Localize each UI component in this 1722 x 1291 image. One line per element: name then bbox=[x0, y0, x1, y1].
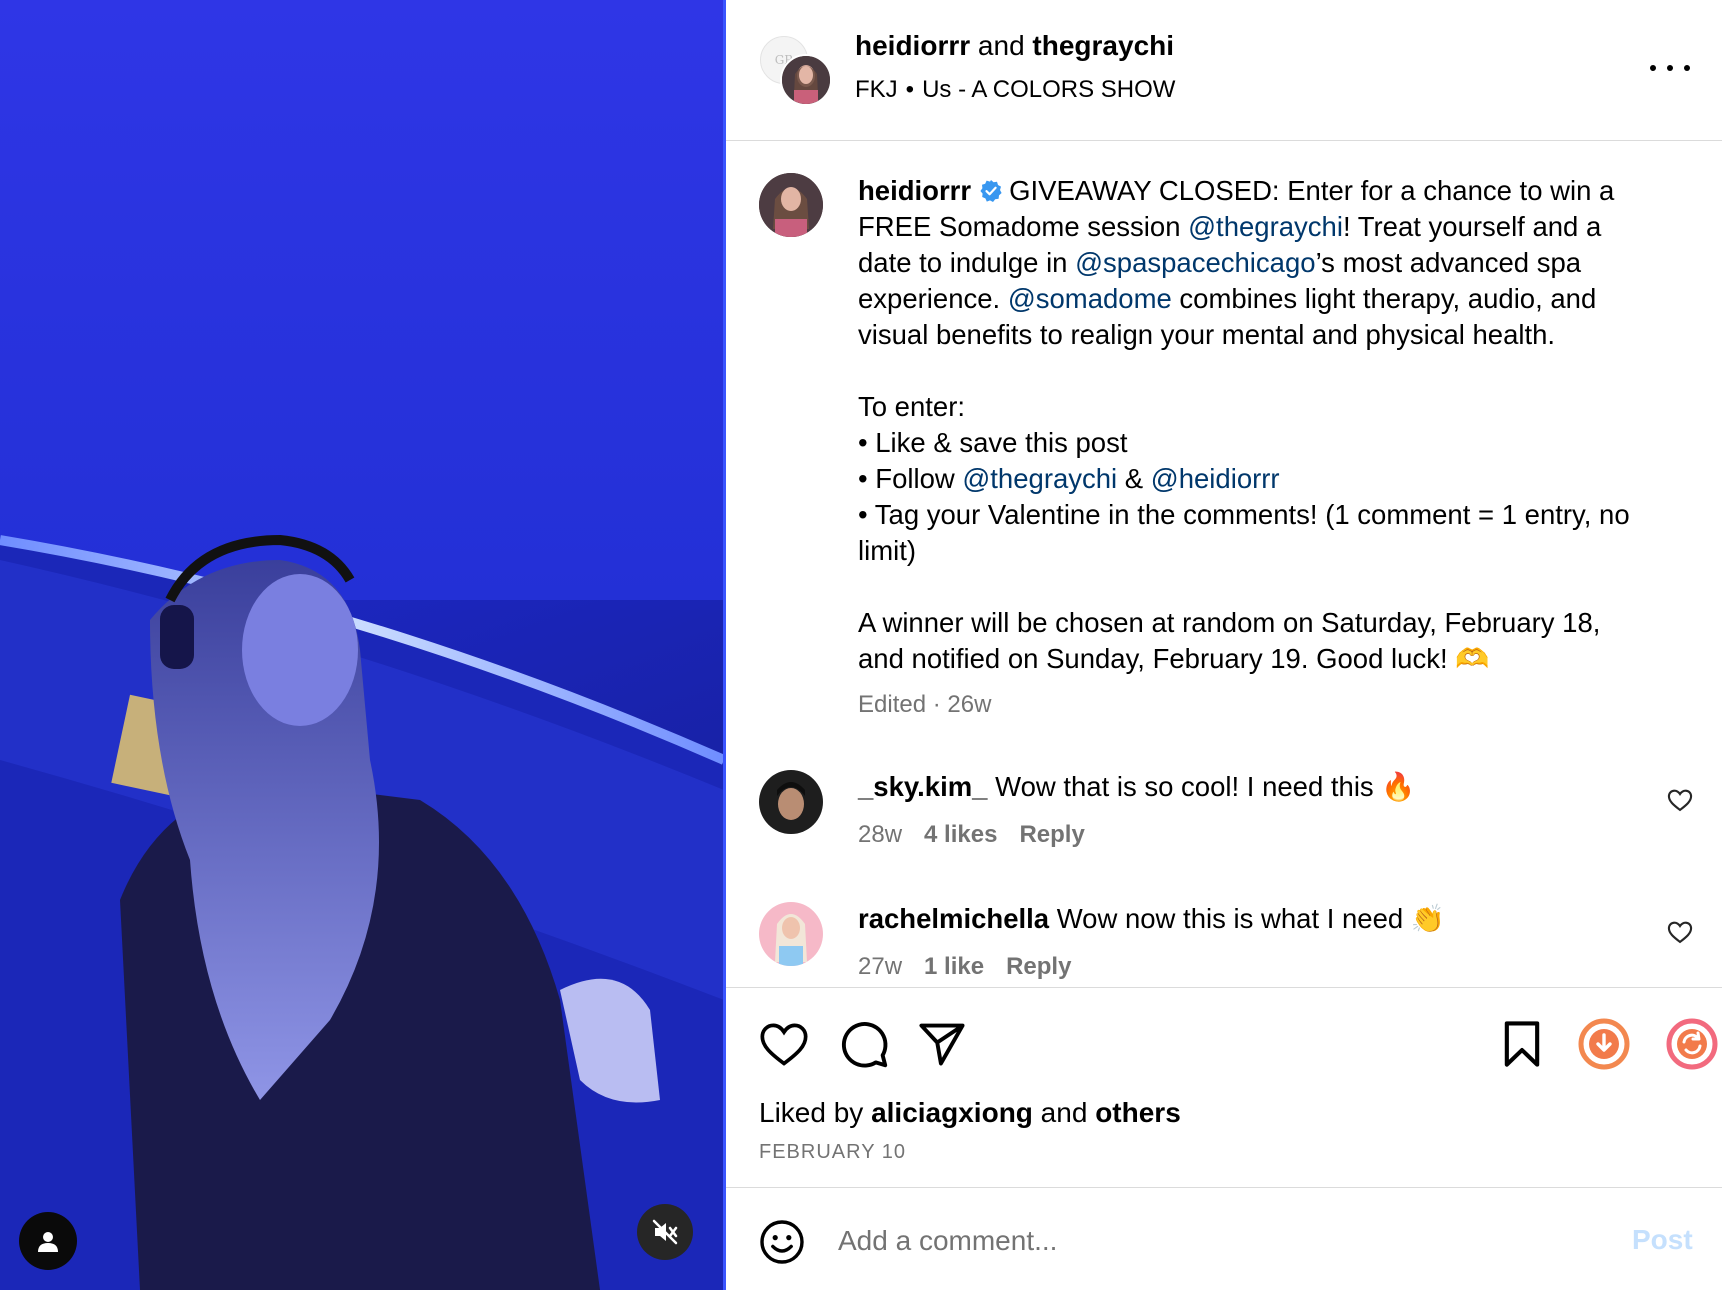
caption-bullet: • Tag your Valentine in the comments! (1… bbox=[858, 499, 1630, 566]
emoji-picker-icon[interactable] bbox=[758, 1218, 806, 1266]
comments-scroll-area[interactable]: heidiorrr GIVEAWAY CLOSED: Enter for a ch… bbox=[726, 141, 1722, 986]
muted-speaker-icon bbox=[652, 1219, 678, 1245]
comment-likes-count[interactable]: 4 likes bbox=[924, 821, 997, 848]
comment-avatar[interactable] bbox=[759, 770, 823, 834]
post-comment-button[interactable]: Post bbox=[1632, 1224, 1693, 1256]
download-extension-icon[interactable] bbox=[1578, 1018, 1630, 1070]
post-authors: heidiorrr and thegraychi bbox=[855, 30, 1174, 62]
more-dot-icon bbox=[1667, 65, 1673, 71]
verified-badge-icon bbox=[980, 180, 1002, 202]
comment-time[interactable]: 28w bbox=[858, 821, 902, 848]
comment-like-icon[interactable] bbox=[1666, 918, 1694, 946]
author-link-thegraychi[interactable]: thegraychi bbox=[1032, 30, 1174, 61]
collab-avatars[interactable]: GR bbox=[760, 36, 836, 106]
media-video-frame bbox=[0, 0, 724, 1290]
avatar-photo bbox=[759, 173, 823, 237]
audio-track[interactable]: Us - A COLORS SHOW bbox=[922, 76, 1175, 103]
more-dot-icon bbox=[1650, 65, 1656, 71]
more-options-button[interactable] bbox=[1650, 56, 1690, 80]
audio-separator: • bbox=[905, 76, 915, 103]
caption-edited-time: Edited · 26w bbox=[858, 691, 992, 718]
caption-text: To enter: bbox=[858, 391, 966, 422]
comment-text: Wow that is so cool! I need this 🔥 bbox=[995, 771, 1416, 802]
repost-extension-icon[interactable] bbox=[1666, 1018, 1718, 1070]
liked-by-text: Liked by bbox=[759, 1097, 872, 1128]
authors-joiner: and bbox=[970, 30, 1033, 61]
liked-by-user-link[interactable]: aliciagxiong bbox=[871, 1097, 1033, 1128]
comment-body: rachelmichella Wow now this is what I ne… bbox=[858, 902, 1445, 935]
like-heart-icon[interactable] bbox=[758, 1018, 810, 1070]
comment-time[interactable]: 27w bbox=[858, 953, 902, 980]
post-caption: heidiorrr GIVEAWAY CLOSED: Enter for a ch… bbox=[858, 173, 1648, 677]
avatar-photo bbox=[782, 56, 830, 104]
caption-bullet: • Follow bbox=[858, 463, 963, 494]
comment-body: _sky.kim_ Wow that is so cool! I need th… bbox=[858, 770, 1416, 803]
comment-username[interactable]: _sky.kim_ bbox=[858, 771, 987, 802]
comment-reply-button[interactable]: Reply bbox=[1006, 953, 1071, 980]
liked-by-text: and bbox=[1032, 1097, 1096, 1128]
post-header: GR heidiorrr and thegraychi FKJ • Us - A C… bbox=[726, 0, 1722, 141]
avatar-photo bbox=[759, 770, 823, 834]
comment-like-icon[interactable] bbox=[1666, 786, 1694, 814]
tagged-users-button[interactable] bbox=[19, 1212, 77, 1270]
mention-link[interactable]: @spaspacechicago bbox=[1075, 247, 1315, 278]
comment-username[interactable]: rachelmichella bbox=[858, 903, 1049, 934]
comment-likes-count[interactable]: 1 like bbox=[924, 953, 984, 980]
comment-meta: 28w 4 likes Reply bbox=[858, 821, 1107, 849]
collab-avatar-heidiorrr[interactable] bbox=[780, 54, 832, 106]
mention-link[interactable]: @heidiorrr bbox=[1151, 463, 1280, 494]
liked-by-others-link[interactable]: others bbox=[1095, 1097, 1181, 1128]
caption-bullet: • Like & save this post bbox=[858, 427, 1128, 458]
avatar-photo bbox=[759, 902, 823, 966]
comment-input[interactable] bbox=[836, 1214, 1530, 1268]
mention-link[interactable]: @somadome bbox=[1008, 283, 1172, 314]
comment-bubble-icon[interactable] bbox=[838, 1018, 890, 1070]
post-side-panel: GR heidiorrr and thegraychi FKJ • Us - A C… bbox=[726, 0, 1722, 1290]
add-comment-bar: Post bbox=[726, 1187, 1722, 1291]
comment-avatar[interactable] bbox=[759, 902, 823, 966]
more-dot-icon bbox=[1684, 65, 1690, 71]
mention-link[interactable]: @thegraychi bbox=[1188, 211, 1343, 242]
comment-reply-button[interactable]: Reply bbox=[1019, 821, 1084, 848]
caption-username[interactable]: heidiorrr bbox=[858, 175, 971, 206]
comment-meta: 27w 1 like Reply bbox=[858, 953, 1093, 981]
audio-attribution[interactable]: FKJ • Us - A COLORS SHOW bbox=[855, 76, 1175, 104]
save-bookmark-icon[interactable] bbox=[1496, 1018, 1548, 1070]
caption-author-avatar[interactable] bbox=[759, 173, 823, 237]
caption-text: A winner will be chosen at random on Sat… bbox=[858, 607, 1601, 674]
post-actions: Liked by aliciagxiong and others FEBRUAR… bbox=[726, 987, 1722, 1188]
user-tag-icon bbox=[38, 1232, 58, 1252]
share-send-icon[interactable] bbox=[916, 1018, 968, 1070]
comment-text: Wow now this is what I need 👏 bbox=[1056, 903, 1446, 934]
audio-artist[interactable]: FKJ bbox=[855, 76, 898, 103]
liked-by-summary: Liked by aliciagxiong and others bbox=[759, 1097, 1181, 1129]
mute-toggle-button[interactable] bbox=[637, 1204, 693, 1260]
author-link-heidiorrr[interactable]: heidiorrr bbox=[855, 30, 970, 61]
caption-text: & bbox=[1117, 463, 1151, 494]
post-media[interactable] bbox=[0, 0, 724, 1290]
mention-link[interactable]: @thegraychi bbox=[962, 463, 1117, 494]
post-date[interactable]: FEBRUARY 10 bbox=[759, 1141, 906, 1164]
